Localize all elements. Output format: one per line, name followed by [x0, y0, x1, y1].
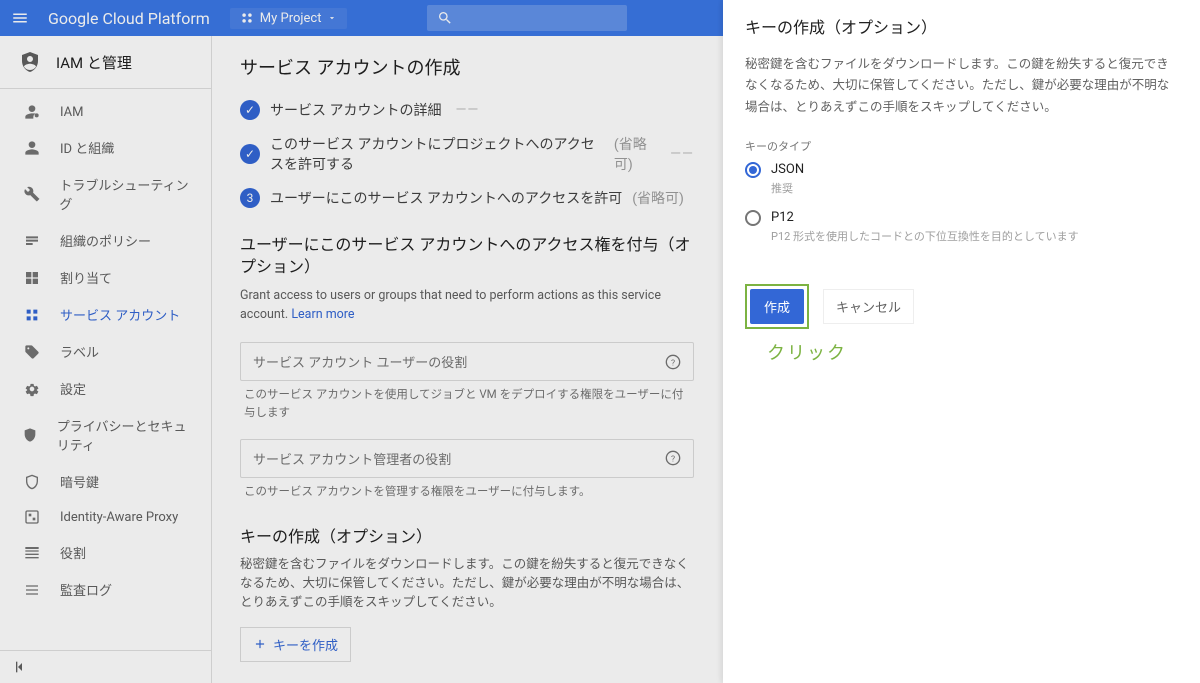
sidebar-header-title: IAM と管理 — [56, 52, 132, 73]
sidebar-item-labels[interactable]: ラベル — [0, 333, 211, 370]
help-icon[interactable]: ? — [665, 354, 681, 370]
step-label: ユーザーにこのサービス アカウントへのアクセスを許可 — [270, 188, 622, 208]
radio-json-help: 推奨 — [745, 180, 1178, 196]
step-optional: (省略可) — [632, 188, 684, 208]
sidebar-nav-list: IAM ID と組織 トラブルシューティング 組織のポリシー 割り当て サービス… — [0, 89, 211, 650]
sidebar-item-privacy[interactable]: プライバシーとセキュリティ — [0, 407, 211, 463]
key-type-label: キーのタイプ — [745, 138, 1178, 154]
sidebar-item-label: 設定 — [60, 379, 86, 398]
sidebar-item-label: 暗号鍵 — [60, 472, 99, 491]
sidebar-item-label: トラブルシューティング — [59, 175, 197, 213]
step-label: このサービス アカウントにプロジェクトへのアクセスを許可する — [270, 134, 604, 174]
svg-text:?: ? — [671, 358, 675, 368]
step-dash: —— — [670, 146, 694, 162]
sidebar-item-label: Identity-Aware Proxy — [60, 510, 178, 525]
project-selector[interactable]: My Project — [230, 8, 348, 29]
dropdown-icon — [327, 13, 337, 23]
field-placeholder: サービス アカウント管理者の役割 — [253, 449, 451, 468]
sidebar-header: IAM と管理 — [0, 36, 211, 89]
sidebar-item-iam[interactable]: IAM — [0, 95, 211, 129]
radio-selected-icon — [745, 162, 761, 178]
radio-unselected-icon — [745, 210, 761, 226]
sidebar-item-label: 監査ログ — [60, 580, 112, 599]
sidebar-item-label: 割り当て — [60, 268, 112, 287]
plus-icon — [253, 637, 267, 651]
step-label: サービス アカウントの詳細 — [270, 100, 441, 120]
step-1-row[interactable]: サービス アカウントの詳細 —— — [240, 100, 694, 120]
page-title: サービス アカウントの作成 — [240, 54, 694, 80]
radio-p12-help: P12 形式を使用したコードとの下位互換性を目的としています — [745, 228, 1178, 244]
user-role-field[interactable]: サービス アカウント ユーザーの役割 ? — [240, 342, 694, 381]
sidebar-item-label: 組織のポリシー — [60, 231, 151, 250]
step-number-icon: 3 — [240, 188, 260, 208]
step-check-icon — [240, 144, 260, 164]
sidebar-item-roles[interactable]: 役割 — [0, 534, 211, 571]
create-key-button-label: キーを作成 — [273, 635, 338, 654]
user-role-help: このサービス アカウントを使用してジョブと VM をデプロイする権限をユーザーに… — [240, 381, 694, 421]
create-key-panel: キーの作成（オプション） 秘密鍵を含むファイルをダウンロードします。この鍵を紛失… — [723, 0, 1200, 683]
field-placeholder: サービス アカウント ユーザーの役割 — [253, 352, 467, 371]
step-check-icon — [240, 100, 260, 120]
sidebar-item-label: ID と組織 — [60, 138, 114, 157]
radio-json-label: JSON — [771, 162, 804, 177]
sidebar-item-label: プライバシーとセキュリティ — [57, 416, 197, 454]
radio-p12[interactable]: P12 — [745, 210, 1178, 226]
sidebar-item-quotas[interactable]: 割り当て — [0, 259, 211, 296]
sidebar-item-label: サービス アカウント — [60, 305, 180, 324]
panel-title: キーの作成（オプション） — [745, 14, 1178, 38]
step-2-row[interactable]: このサービス アカウントにプロジェクトへのアクセスを許可する (省略可) —— — [240, 134, 694, 174]
sidebar-item-audit-logs[interactable]: 監査ログ — [0, 571, 211, 608]
grant-access-desc: Grant access to users or groups that nee… — [240, 287, 694, 325]
sidebar-item-org-policy[interactable]: 組織のポリシー — [0, 222, 211, 259]
sidebar-item-crypto-keys[interactable]: 暗号鍵 — [0, 463, 211, 500]
sidebar-item-service-accounts[interactable]: サービス アカウント — [0, 296, 211, 333]
sidebar-item-settings[interactable]: 設定 — [0, 370, 211, 407]
create-key-heading: キーの作成（オプション） — [240, 526, 694, 548]
sidebar-item-troubleshooting[interactable]: トラブルシューティング — [0, 166, 211, 222]
search-input[interactable] — [427, 5, 627, 31]
radio-json[interactable]: JSON — [745, 162, 1178, 178]
step-optional: (省略可) — [614, 134, 656, 174]
search-icon — [437, 10, 453, 26]
learn-more-link[interactable]: Learn more — [291, 307, 354, 322]
radio-p12-label: P12 — [771, 210, 794, 225]
panel-create-button[interactable]: 作成 — [750, 289, 804, 324]
sidebar-item-label: ラベル — [60, 342, 99, 361]
admin-role-help: このサービス アカウントを管理する権限をユーザーに付与します。 — [240, 478, 694, 500]
sidebar-item-label: IAM — [60, 105, 83, 120]
brand-title: Google Cloud Platform — [48, 9, 210, 28]
sidebar-item-iap[interactable]: Identity-Aware Proxy — [0, 500, 211, 534]
chevron-left-icon — [12, 659, 28, 675]
sidebar-item-label: 役割 — [60, 543, 86, 562]
annotation-highlight: 作成 — [745, 284, 809, 329]
panel-cancel-button[interactable]: キャンセル — [823, 289, 914, 324]
panel-desc: 秘密鍵を含むファイルをダウンロードします。この鍵を紛失すると復元できなくなるため… — [745, 54, 1178, 118]
iam-shield-icon — [18, 50, 42, 74]
click-annotation: クリック — [767, 339, 1178, 365]
admin-role-field[interactable]: サービス アカウント管理者の役割 ? — [240, 439, 694, 478]
project-name: My Project — [260, 11, 322, 26]
sidebar: IAM と管理 IAM ID と組織 トラブルシューティング 組織のポリシー 割… — [0, 36, 212, 683]
hamburger-menu-icon[interactable] — [8, 9, 32, 27]
create-key-desc: 秘密鍵を含むファイルをダウンロードします。この鍵を紛失すると復元できなくなるため… — [240, 556, 694, 612]
main-content: サービス アカウントの作成 サービス アカウントの詳細 —— このサービス アカ… — [212, 36, 722, 683]
step-dash: —— — [455, 102, 479, 118]
step-3-row[interactable]: 3 ユーザーにこのサービス アカウントへのアクセスを許可 (省略可) — [240, 188, 694, 208]
grant-access-heading: ユーザーにこのサービス アカウントへのアクセス権を付与（オプション） — [240, 234, 694, 279]
help-icon[interactable]: ? — [665, 450, 681, 466]
svg-text:?: ? — [671, 455, 675, 465]
create-key-button[interactable]: キーを作成 — [240, 627, 351, 662]
sidebar-item-identity[interactable]: ID と組織 — [0, 129, 211, 166]
collapse-sidebar-button[interactable] — [0, 650, 211, 683]
